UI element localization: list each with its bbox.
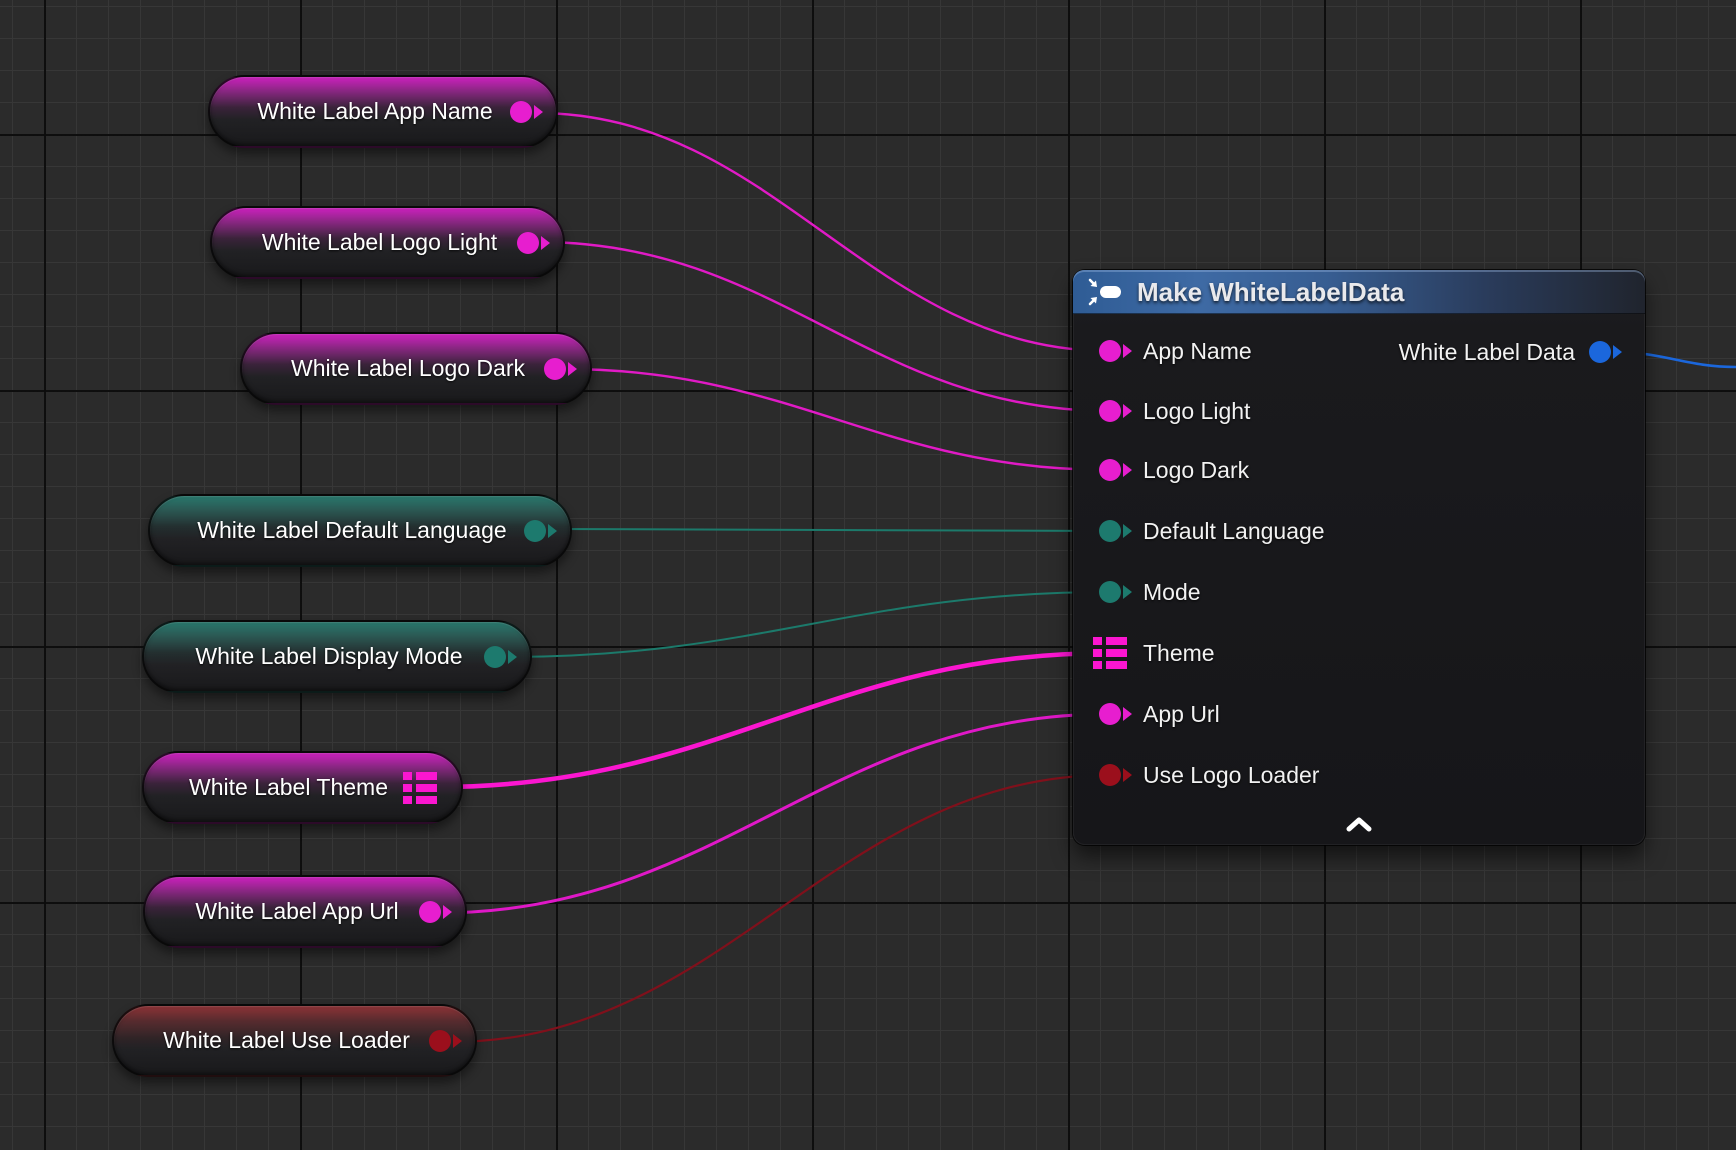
collapse-chevron-icon[interactable]: [1346, 817, 1372, 833]
string-output-pin[interactable]: [510, 101, 532, 123]
wire-theme[interactable]: [437, 653, 1110, 787]
pin-label: Use Logo Loader: [1143, 762, 1319, 789]
variable-node-label: White Label Theme: [174, 776, 403, 799]
input-row-theme: Theme: [1073, 636, 1645, 670]
pin-label: App Url: [1143, 701, 1220, 728]
input-pin-logo-light[interactable]: [1099, 400, 1121, 422]
input-row-default-language: Default Language: [1073, 514, 1645, 548]
enum-output-pin[interactable]: [524, 520, 546, 542]
output-pin-white-label-data[interactable]: [1589, 341, 1611, 363]
input-pin-default-language[interactable]: [1099, 520, 1121, 542]
string-output-pin[interactable]: [544, 358, 566, 380]
variable-node-label: White Label Logo Light: [242, 231, 517, 254]
variable-node-label: White Label App Name: [240, 100, 510, 123]
input-row-logo-dark: Logo Dark: [1073, 453, 1645, 487]
variable-node-white-label-display-mode[interactable]: White Label Display Mode: [142, 620, 532, 693]
variable-node-label: White Label Logo Dark: [272, 357, 544, 380]
variable-node-white-label-app-name[interactable]: White Label App Name: [208, 75, 558, 148]
input-row-mode: Mode: [1073, 575, 1645, 609]
enum-output-pin[interactable]: [484, 646, 506, 668]
variable-node-label: White Label Default Language: [180, 519, 524, 542]
map-container-pin-icon[interactable]: [403, 772, 437, 804]
variable-node-white-label-use-loader[interactable]: White Label Use Loader: [112, 1004, 477, 1077]
wire-logo-dark[interactable]: [564, 369, 1110, 470]
input-pin-mode[interactable]: [1099, 581, 1121, 603]
variable-node-white-label-default-language[interactable]: White Label Default Language: [148, 494, 572, 567]
node-title: Make WhiteLabelData: [1137, 277, 1404, 308]
wire-use-loader[interactable]: [450, 775, 1110, 1042]
pin-label: Default Language: [1143, 518, 1325, 545]
variable-node-white-label-logo-light[interactable]: White Label Logo Light: [210, 206, 565, 279]
node-header[interactable]: Make WhiteLabelData: [1073, 270, 1645, 314]
variable-node-label: White Label Display Mode: [174, 645, 484, 668]
blueprint-graph-canvas[interactable]: White Label App Name White Label Logo Li…: [0, 0, 1736, 1150]
input-row-use-logo-loader: Use Logo Loader: [1073, 758, 1645, 792]
input-pin-theme-map-icon[interactable]: [1093, 637, 1127, 669]
string-output-pin[interactable]: [517, 232, 539, 254]
variable-node-white-label-app-url[interactable]: White Label App Url: [143, 875, 467, 948]
pin-label: White Label Data: [1399, 339, 1575, 366]
make-struct-icon: [1087, 277, 1123, 307]
bool-output-pin[interactable]: [429, 1030, 451, 1052]
wire-app-name[interactable]: [536, 113, 1110, 351]
make-whitelabeldata-node[interactable]: Make WhiteLabelData App Name Logo Light …: [1073, 270, 1645, 845]
variable-node-label: White Label Use Loader: [144, 1029, 429, 1052]
wire-display-mode[interactable]: [507, 592, 1110, 657]
input-pin-use-logo-loader[interactable]: [1099, 764, 1121, 786]
variable-node-label: White Label App Url: [175, 900, 419, 923]
string-output-pin[interactable]: [419, 901, 441, 923]
output-row-white-label-data: White Label Data: [1073, 335, 1645, 369]
pin-label: Theme: [1143, 640, 1215, 667]
variable-node-white-label-logo-dark[interactable]: White Label Logo Dark: [240, 332, 592, 405]
wire-app-url[interactable]: [437, 714, 1110, 913]
input-pin-logo-dark[interactable]: [1099, 459, 1121, 481]
wire-default-language[interactable]: [549, 529, 1110, 531]
pin-label: Logo Dark: [1143, 457, 1249, 484]
wire-logo-light[interactable]: [539, 242, 1110, 411]
pin-label: Mode: [1143, 579, 1201, 606]
input-row-logo-light: Logo Light: [1073, 394, 1645, 428]
variable-node-white-label-theme[interactable]: White Label Theme: [142, 751, 463, 824]
pin-label: Logo Light: [1143, 398, 1250, 425]
input-row-app-url: App Url: [1073, 697, 1645, 731]
input-pin-app-url[interactable]: [1099, 703, 1121, 725]
